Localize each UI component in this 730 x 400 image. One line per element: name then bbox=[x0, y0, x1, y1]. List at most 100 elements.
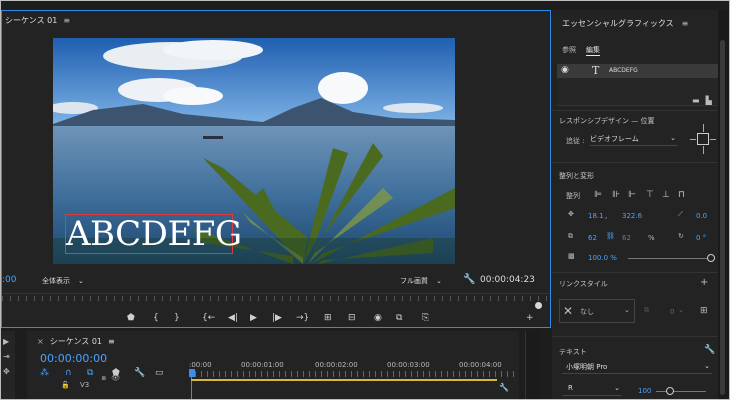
go-to-in-icon[interactable]: {← bbox=[202, 313, 215, 323]
align-right-icon[interactable]: ⊩ bbox=[628, 190, 636, 200]
play-icon[interactable]: ▶ bbox=[250, 313, 257, 323]
chevron-down-icon: ⌄ bbox=[78, 277, 84, 285]
pin-left-line[interactable] bbox=[690, 139, 696, 140]
pin-top-line[interactable] bbox=[703, 124, 704, 132]
zoom-value: 全体表示 bbox=[42, 277, 70, 285]
opacity-slider[interactable] bbox=[628, 258, 712, 259]
panel-menu-icon[interactable]: ≡ bbox=[682, 19, 689, 28]
title-text-overlay[interactable]: ABCDEFG bbox=[65, 214, 242, 254]
align-center-icon[interactable]: ⊪ bbox=[612, 190, 620, 200]
zoom-select[interactable]: 全体表示 ⌄ bbox=[42, 276, 84, 286]
layer-row-selected[interactable]: ◉ T ABCDEFG bbox=[557, 64, 718, 78]
align-bottom-icon[interactable]: ⊓ bbox=[678, 190, 685, 200]
scale-height[interactable]: 62 bbox=[622, 234, 631, 242]
export-frame-icon[interactable]: ◉ bbox=[374, 313, 382, 323]
panel-menu-icon[interactable]: ≡ bbox=[63, 16, 70, 25]
align-middle-icon[interactable]: ⊥ bbox=[662, 190, 670, 200]
snap-icon[interactable]: ∩ bbox=[65, 368, 72, 378]
comparison-view-icon[interactable]: ⧉ bbox=[396, 313, 402, 323]
layer-name: ABCDEFG bbox=[609, 67, 638, 74]
monitor-tab[interactable]: シーケンス 01 ≡ bbox=[5, 15, 70, 26]
font-size-value[interactable]: 100 bbox=[638, 387, 651, 395]
go-to-out-icon[interactable]: →} bbox=[296, 313, 309, 323]
eye-icon[interactable]: ◉ bbox=[561, 65, 569, 75]
pin-bottom-line[interactable] bbox=[703, 146, 704, 154]
pin-right-line[interactable] bbox=[710, 139, 716, 140]
opacity-value[interactable]: 100.0 % bbox=[588, 254, 617, 262]
master-style-value: なし bbox=[580, 308, 594, 316]
playback-quality-select[interactable]: フル画質 ⌄ bbox=[400, 276, 442, 286]
align-top-icon[interactable]: ⊤ bbox=[646, 190, 654, 200]
align-left-icon[interactable]: ⊫ bbox=[594, 190, 602, 200]
mark-in-icon[interactable]: { bbox=[153, 313, 159, 323]
font-size-slider[interactable] bbox=[656, 391, 706, 392]
pin-edges-widget[interactable] bbox=[690, 124, 716, 154]
close-icon[interactable]: × bbox=[37, 337, 44, 346]
scrollbar-thumb[interactable] bbox=[720, 40, 725, 395]
anchor-value[interactable]: 0.0 bbox=[696, 212, 707, 220]
divider bbox=[552, 336, 718, 337]
linked-selection-icon[interactable]: ⧉ bbox=[87, 368, 93, 378]
chevron-down-icon: ⌄ bbox=[624, 306, 630, 314]
align-label: 整列 bbox=[566, 192, 580, 200]
position-y[interactable]: 322.6 bbox=[622, 212, 642, 220]
opacity-slider-handle[interactable] bbox=[707, 254, 715, 262]
work-area-bar[interactable] bbox=[191, 379, 497, 381]
new-layer-icon[interactable]: ▙ bbox=[706, 96, 712, 105]
pin-center-box[interactable] bbox=[697, 133, 709, 145]
eg-vertical-scrollbar[interactable] bbox=[718, 10, 729, 399]
grid-icon[interactable]: ⊞ bbox=[700, 306, 708, 316]
track-label: V3 bbox=[79, 381, 90, 389]
selection-tool-icon[interactable]: ▶ bbox=[3, 337, 15, 346]
duration-timecode: 00:00:04:23 bbox=[480, 275, 535, 285]
sync-lock-icon[interactable]: ⧈ bbox=[101, 374, 105, 382]
captions-icon[interactable]: ▭ bbox=[155, 368, 164, 378]
wrench-icon[interactable]: 🔧 bbox=[499, 383, 509, 392]
chevron-down-icon: ⌄ bbox=[678, 306, 684, 314]
tab-edit[interactable]: 編集 bbox=[586, 46, 600, 56]
step-back-icon[interactable]: ◀| bbox=[228, 313, 238, 323]
font-size-slider-handle[interactable] bbox=[666, 387, 674, 395]
marker-icon[interactable]: ⬟ bbox=[127, 313, 135, 323]
tab-browse[interactable]: 参照 bbox=[562, 46, 576, 54]
extract-icon[interactable]: ⊟ bbox=[348, 313, 356, 323]
lock-icon[interactable]: 🔓 bbox=[61, 381, 70, 389]
monitor-time-ruler[interactable] bbox=[2, 293, 550, 309]
eye-icon[interactable]: 👁 bbox=[111, 374, 120, 382]
scale-unit: % bbox=[648, 234, 655, 242]
position-separator: , bbox=[605, 212, 608, 220]
responsive-heading: レスポンシブデザイン — 位置 bbox=[559, 117, 655, 125]
add-button-icon[interactable]: + bbox=[526, 313, 534, 323]
lift-icon[interactable]: ⊞ bbox=[324, 313, 332, 323]
scale-icon: ⧉ bbox=[568, 232, 573, 240]
font-style-select[interactable]: R ⌄ bbox=[562, 384, 622, 396]
folder-icon[interactable]: ▬ bbox=[692, 96, 700, 105]
timeline-vertical-scrollbar[interactable] bbox=[525, 331, 539, 399]
wrench-icon[interactable]: 🔧 bbox=[463, 274, 475, 285]
timeline-timecode[interactable]: 00:00:00:00 bbox=[40, 352, 107, 365]
zoom-scroll-handle[interactable] bbox=[535, 302, 542, 309]
font-family-select[interactable]: 小塚明朝 Pro ⌄ bbox=[562, 362, 712, 374]
nest-icon[interactable]: ⁂ bbox=[40, 368, 49, 378]
pin-to-select[interactable]: ビデオフレーム ⌄ bbox=[590, 134, 678, 146]
push-style-icon[interactable]: ⧉ bbox=[644, 306, 649, 315]
panel-menu-icon[interactable]: ≡ bbox=[108, 337, 115, 346]
proxy-toggle-icon[interactable]: ⎘ bbox=[422, 313, 429, 323]
playhead-timecode[interactable]: :00 bbox=[2, 275, 16, 285]
step-forward-icon[interactable]: |▶ bbox=[272, 313, 282, 323]
wrench-icon[interactable]: 🔧 bbox=[704, 345, 715, 355]
track-select-icon[interactable]: ⇥ bbox=[3, 352, 15, 361]
timeline-panel: × シーケンス 01 ≡ 00:00:00:00 ⁂ ∩ ⧉ ⬟ 🔧 ▭ 🔓 V3 … bbox=[27, 331, 519, 399]
position-x[interactable]: 18.1 bbox=[588, 212, 604, 220]
mark-out-icon[interactable]: } bbox=[174, 313, 180, 323]
timeline-settings-icon[interactable]: 🔧 bbox=[134, 368, 145, 378]
rotation-value[interactable]: 0 ° bbox=[696, 234, 706, 242]
scale-width[interactable]: 62 bbox=[588, 234, 597, 242]
ripple-edit-icon[interactable]: ✥ bbox=[3, 367, 15, 376]
master-style-select[interactable]: ✕ なし ⌄ bbox=[559, 299, 635, 323]
timeline-tab[interactable]: × シーケンス 01 ≡ bbox=[37, 336, 115, 347]
add-style-icon[interactable]: + bbox=[700, 277, 708, 288]
timeline-ruler[interactable] bbox=[189, 371, 519, 377]
link-icon[interactable]: ⛓ bbox=[606, 232, 615, 240]
playhead-handle[interactable] bbox=[189, 369, 195, 377]
